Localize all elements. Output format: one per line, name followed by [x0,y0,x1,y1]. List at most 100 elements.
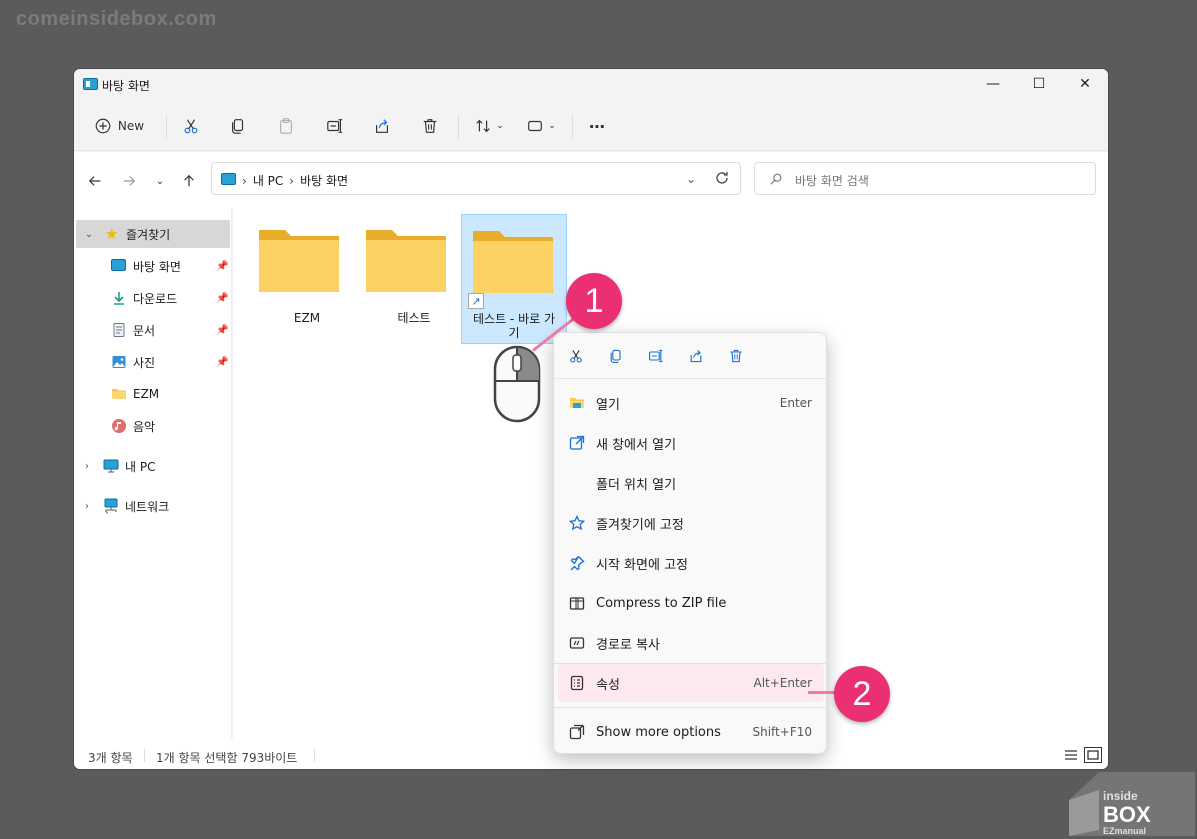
view-button[interactable]: ⌄ [522,111,560,141]
refresh-button[interactable] [714,170,730,186]
delete-button[interactable] [419,111,441,141]
address-bar[interactable]: › 내 PC › 바탕 화면 ⌄ [211,162,741,195]
search-input[interactable]: 바탕 화면 검색 [795,172,869,189]
sidebar-item-this-pc[interactable]: › 내 PC [74,452,230,480]
recent-locations-button[interactable]: ⌄ [149,170,171,192]
chevron-down-icon: ⌄ [155,175,165,187]
menu-item-label: 폴더 위치 열기 [596,477,677,493]
external-window-icon [568,434,586,452]
menu-item-open[interactable]: 열기 Enter [558,384,824,422]
network-icon [104,498,118,514]
navigation-pane: ⌄ ★ 즐겨찾기 바탕 화면 📌 다운로드 📌 문서 📌 사진 📌 EZM 음악… [74,208,232,739]
menu-item-copy-path[interactable]: 경로로 복사 [558,624,824,662]
refresh-icon [716,172,728,184]
paste-button[interactable] [275,111,297,141]
up-button[interactable] [178,170,200,192]
copy-button[interactable] [227,111,249,141]
context-share-button[interactable] [687,347,705,365]
file-item-selected[interactable]: ↗ 테스트 - 바로 가기 [461,214,567,344]
file-item[interactable]: EZM [237,214,341,344]
selection-info: 1개 항목 선택함 793바이트 [156,751,298,765]
copy-icon [610,349,621,363]
menu-item-label: 즐겨찾기에 고정 [596,517,684,533]
menu-item-label: 속성 [596,677,620,693]
menu-item-pin-quick-access[interactable]: 즐겨찾기에 고정 [558,504,824,542]
annotation-badge-1: 1 [566,273,622,329]
status-divider [144,749,145,762]
search-icon [770,173,782,185]
breadcrumb-separator: › [289,173,295,188]
menu-item-label: 경로로 복사 [596,637,660,653]
file-item[interactable]: 테스트 [344,214,448,344]
breadcrumb-item-desktop[interactable]: 바탕 화면 [300,172,348,189]
sidebar-item-label: 내 PC [125,459,156,474]
close-button[interactable]: ✕ [1062,69,1108,99]
share-button[interactable] [371,111,393,141]
breadcrumb: › 내 PC › 바탕 화면 [242,172,348,189]
menu-item-open-new-window[interactable]: 새 창에서 열기 [558,424,824,462]
sidebar-item-ezm[interactable]: EZM [74,380,230,408]
share-icon [690,350,702,363]
view-icon [528,120,543,132]
sort-button[interactable]: ⌄ [470,111,508,141]
rename-icon [649,349,663,363]
sidebar-item-label: 사진 [133,355,156,370]
context-delete-button[interactable] [727,347,745,365]
cut-button[interactable] [180,111,202,141]
document-icon [113,323,125,337]
menu-item-shortcut: Alt+Enter [753,676,812,690]
context-rename-button[interactable] [647,347,665,365]
sidebar-item-music[interactable]: 음악 [74,412,230,440]
menu-item-compress-zip[interactable]: Compress to ZIP file [558,584,824,622]
star-outline-icon [568,514,586,532]
context-menu: 열기 Enter 새 창에서 열기 폴더 위치 열기 즐겨찾기에 고정 시작 화… [553,332,827,754]
large-icons-view-button[interactable] [1084,747,1102,763]
trash-icon [423,119,437,133]
maximize-button[interactable]: ☐ [1016,69,1062,99]
sidebar-item-documents[interactable]: 문서 📌 [74,316,230,344]
svg-text:EZmanual: EZmanual [1103,826,1146,836]
context-copy-button[interactable] [607,347,625,365]
menu-item-properties[interactable]: 속성 Alt+Enter [558,664,824,702]
scissors-icon [184,119,198,134]
new-button[interactable]: New [88,111,150,141]
breadcrumb-separator: › [242,173,247,188]
menu-divider [554,707,826,708]
sidebar-item-quick-access[interactable]: ⌄ ★ 즐겨찾기 [76,220,230,248]
download-icon [114,292,124,305]
mouse-illustration [493,345,541,423]
address-history-button[interactable]: ⌄ [686,172,696,186]
pin-icon [568,554,586,572]
toolbar-divider [572,115,573,139]
sidebar-item-network[interactable]: › 네트워크 [74,492,230,520]
path-icon [568,634,586,652]
details-view-button[interactable] [1062,747,1080,763]
menu-item-label: Compress to ZIP file [596,595,727,611]
context-cut-button[interactable] [567,347,585,365]
insidebox-logo: inside BOX EZmanual [1069,772,1195,836]
title-bar: 바탕 화면 — ☐ ✕ [74,69,1108,101]
folder-icon [366,230,446,292]
sort-icon [476,119,490,133]
chevron-down-icon: ⌄ [548,121,556,131]
sidebar-item-label: EZM [133,387,160,401]
breadcrumb-item-this-pc[interactable]: 내 PC [253,172,283,189]
menu-item-show-more-options[interactable]: Show more options Shift+F10 [558,713,824,751]
toolbar-divider [458,115,459,139]
menu-item-open-folder-location[interactable]: 폴더 위치 열기 [558,464,824,502]
menu-item-label: 시작 화면에 고정 [596,557,688,573]
back-button[interactable] [84,170,106,192]
status-divider [314,749,315,762]
more-options-button[interactable]: ⋯ [586,111,608,141]
sidebar-item-downloads[interactable]: 다운로드 📌 [74,284,230,312]
minimize-button[interactable]: — [970,69,1016,99]
menu-item-pin-start[interactable]: 시작 화면에 고정 [558,544,824,582]
sidebar-item-pictures[interactable]: 사진 📌 [74,348,230,376]
item-count: 3개 항목 [88,751,133,765]
sidebar-item-desktop[interactable]: 바탕 화면 📌 [74,252,230,280]
folder-icon [473,231,553,293]
forward-button[interactable] [118,170,140,192]
open-folder-icon [568,394,586,412]
search-box[interactable]: 바탕 화면 검색 [754,162,1096,195]
rename-button[interactable] [324,111,346,141]
